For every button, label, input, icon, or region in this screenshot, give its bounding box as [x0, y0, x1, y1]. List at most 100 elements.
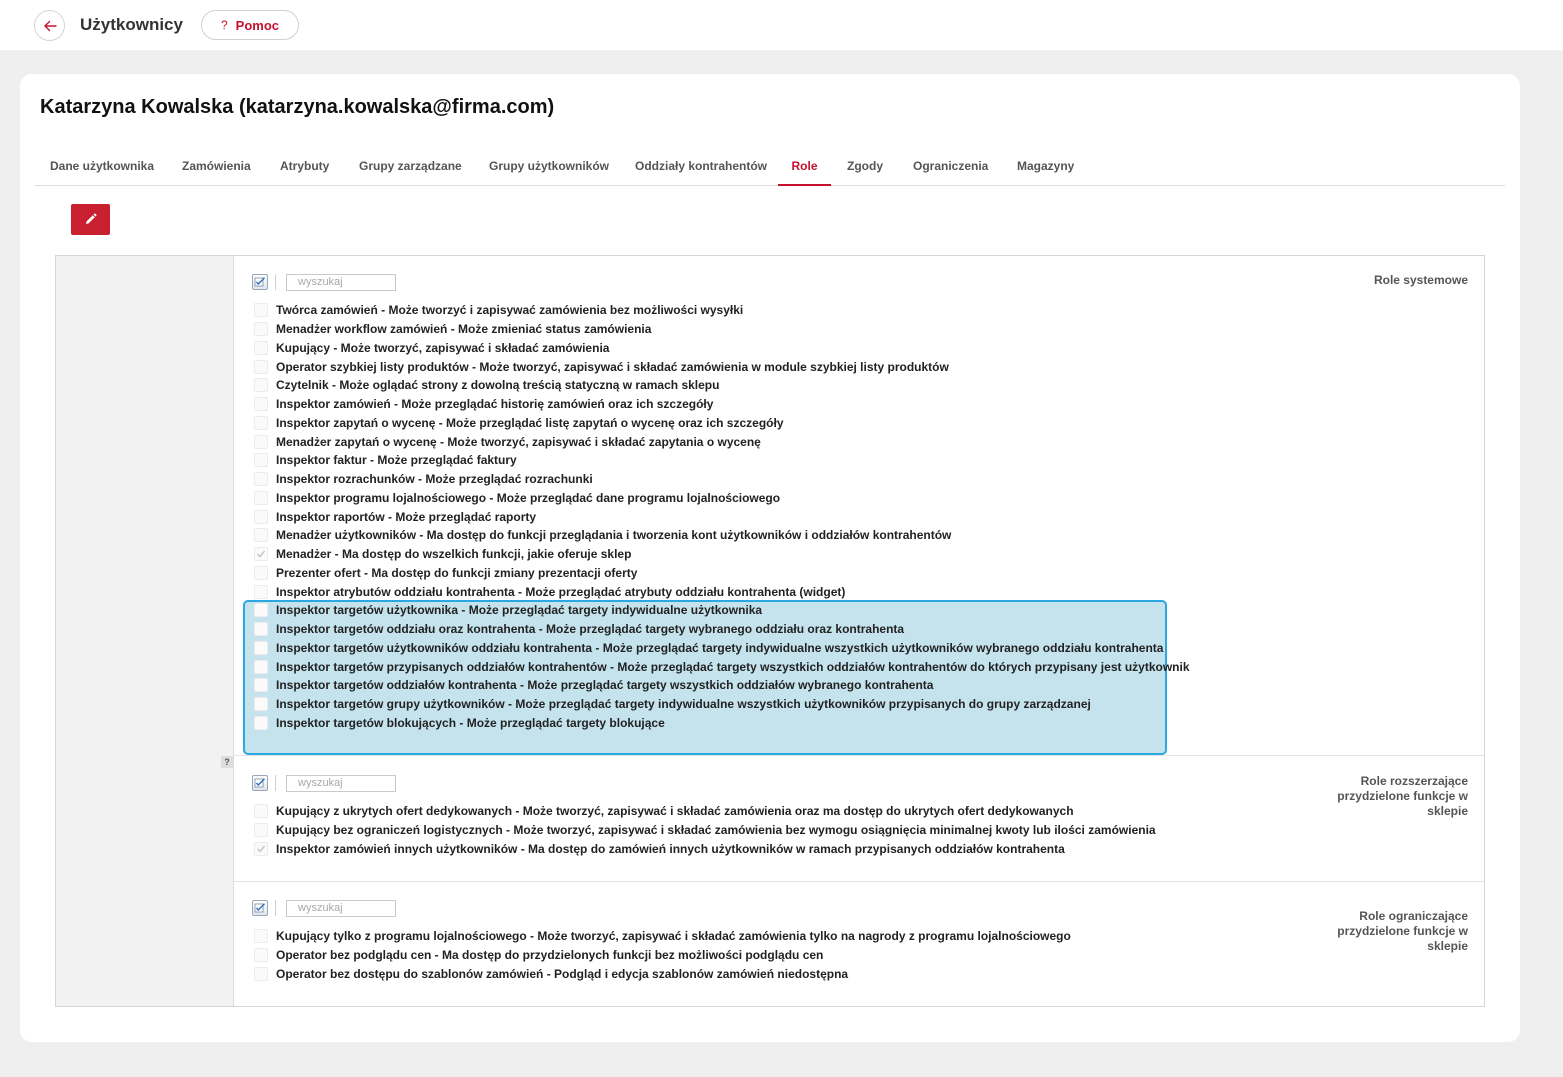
select-all-icon[interactable] — [252, 900, 268, 916]
role-checkbox-checked[interactable] — [254, 547, 268, 562]
role-checkbox[interactable] — [254, 929, 268, 944]
role-row[interactable]: Inspektor zamówień innych użytkowników -… — [254, 840, 1156, 859]
role-label: Kupujący - Może tworzyć, zapisywać i skł… — [276, 340, 610, 355]
role-checkbox[interactable] — [254, 303, 268, 318]
role-checkbox[interactable] — [254, 715, 268, 730]
role-row[interactable]: Inspektor targetów grupy użytkowników - … — [254, 695, 1190, 714]
role-row[interactable]: Menadżer workflow zamówień - Może zmieni… — [254, 320, 1190, 339]
roles-panel: Role systemowe ? Role rozszerzające przy… — [55, 255, 1485, 1007]
back-button[interactable] — [34, 10, 65, 41]
role-checkbox[interactable] — [254, 659, 268, 674]
help-marker[interactable]: ? — [221, 756, 233, 768]
role-label: Inspektor zamówień innych użytkowników -… — [276, 841, 1065, 856]
role-label: Operator bez dostępu do szablonów zamówi… — [276, 966, 849, 981]
tab-atrybuty[interactable]: Atrybuty — [277, 152, 332, 186]
role-row[interactable]: Inspektor targetów oddziałów kontrahenta… — [254, 676, 1190, 695]
role-label: Inspektor programu lojalnościowego - Moż… — [276, 490, 781, 505]
tab-role[interactable]: Role — [778, 152, 831, 186]
filter-row — [252, 773, 396, 793]
tab-grupy-uzytkownikow[interactable]: Grupy użytkowników — [486, 152, 612, 186]
select-all-icon[interactable] — [252, 274, 268, 290]
tab-zgody[interactable]: Zgody — [844, 152, 886, 186]
role-row[interactable]: Czytelnik - Może oglądać strony z dowoln… — [254, 376, 1190, 395]
role-row[interactable]: Menadżer zapytań o wycenę - Może tworzyć… — [254, 432, 1190, 451]
role-row[interactable]: Inspektor zamówień - Może przeglądać his… — [254, 395, 1190, 414]
role-checkbox[interactable] — [254, 453, 268, 468]
role-label: Menadżer zapytań o wycenę - Może tworzyć… — [276, 434, 761, 449]
search-input-extending-roles[interactable] — [286, 774, 396, 792]
role-checkbox[interactable] — [254, 948, 268, 963]
role-row[interactable]: Kupujący z ukrytych ofert dedykowanych -… — [254, 802, 1156, 821]
tab-dane-uzytkownika[interactable]: Dane użytkownika — [47, 152, 157, 186]
role-checkbox[interactable] — [254, 509, 268, 524]
role-checkbox[interactable] — [254, 584, 268, 599]
tab-ograniczenia[interactable]: Ograniczenia — [910, 152, 991, 186]
role-row[interactable]: Inspektor rozrachunków - Może przeglądać… — [254, 470, 1190, 489]
tab-oddzialy-kontrahentow[interactable]: Oddziały kontrahentów — [632, 152, 770, 186]
role-checkbox[interactable] — [254, 804, 268, 819]
role-checkbox[interactable] — [254, 966, 268, 981]
checklist-icon — [254, 903, 265, 913]
role-checkbox[interactable] — [254, 397, 268, 412]
role-checkbox[interactable] — [254, 697, 268, 712]
search-input-system-roles[interactable] — [286, 273, 396, 291]
role-row[interactable]: Operator bez dostępu do szablonów zamówi… — [254, 965, 1071, 984]
role-checkbox[interactable] — [254, 490, 268, 505]
role-row[interactable]: Menadżer - Ma dostęp do wszelkich funkcj… — [254, 545, 1190, 564]
role-label: Inspektor targetów blokujących - Może pr… — [276, 715, 665, 730]
help-button[interactable]: ? Pomoc — [201, 10, 299, 40]
role-checkbox[interactable] — [254, 528, 268, 543]
role-checkbox[interactable] — [254, 565, 268, 580]
role-label: Inspektor rozrachunków - Może przeglądać… — [276, 472, 593, 487]
role-checkbox[interactable] — [254, 322, 268, 337]
role-row[interactable]: Inspektor raportów - Może przeglądać rap… — [254, 507, 1190, 526]
checklist-icon — [254, 277, 265, 287]
roles-label-column — [56, 256, 234, 1006]
role-row[interactable]: Operator bez podglądu cen - Ma dostęp do… — [254, 946, 1071, 965]
role-checkbox[interactable] — [254, 340, 268, 355]
tab-grupy-zarzadzane[interactable]: Grupy zarządzane — [356, 152, 465, 186]
role-row[interactable]: Inspektor atrybutów oddziału kontrahenta… — [254, 582, 1190, 601]
role-checkbox[interactable] — [254, 622, 268, 637]
role-row[interactable]: Inspektor targetów oddziału oraz kontrah… — [254, 620, 1190, 639]
search-input-restricting-roles[interactable] — [286, 899, 396, 917]
role-label: Inspektor targetów grupy użytkowników - … — [276, 697, 1091, 712]
role-checkbox[interactable] — [254, 434, 268, 449]
role-checkbox[interactable] — [254, 359, 268, 374]
role-label: Menadżer użytkowników - Ma dostęp do fun… — [276, 528, 952, 543]
tab-magazyny[interactable]: Magazyny — [1014, 152, 1077, 186]
role-checkbox[interactable] — [254, 415, 268, 430]
edit-button[interactable] — [71, 204, 110, 235]
role-row[interactable]: Inspektor faktur - Może przeglądać faktu… — [254, 451, 1190, 470]
role-checkbox[interactable] — [254, 678, 268, 693]
role-label: Inspektor targetów użytkownika - Może pr… — [276, 603, 763, 618]
role-checkbox[interactable] — [254, 603, 268, 618]
role-row[interactable]: Kupujący bez ograniczeń logistycznych - … — [254, 821, 1156, 840]
check-icon — [257, 550, 266, 558]
role-checkbox[interactable] — [254, 378, 268, 393]
section-label-restricting-roles: Role ograniczające przydzielone funkcje … — [1337, 909, 1468, 953]
tab-zamowienia[interactable]: Zamówienia — [179, 152, 254, 186]
role-row[interactable]: Inspektor targetów użytkownika - Może pr… — [254, 601, 1190, 620]
top-bar: Użytkownicy ? Pomoc — [0, 0, 1563, 50]
role-row[interactable]: Inspektor zapytań o wycenę - Może przegl… — [254, 414, 1190, 433]
role-checkbox[interactable] — [254, 640, 268, 655]
role-list-restricting: Kupujący tylko z programu lojalnościoweg… — [254, 927, 1071, 983]
role-row[interactable]: Inspektor programu lojalnościowego - Moż… — [254, 489, 1190, 508]
role-row[interactable]: Kupujący tylko z programu lojalnościoweg… — [254, 927, 1071, 946]
select-all-icon[interactable] — [252, 775, 268, 791]
role-row[interactable]: Menadżer użytkowników - Ma dostęp do fun… — [254, 526, 1190, 545]
role-row[interactable]: Kupujący - Może tworzyć, zapisywać i skł… — [254, 339, 1190, 358]
role-checkbox[interactable] — [254, 823, 268, 838]
tab-bar: Dane użytkownika Zamówienia Atrybuty Gru… — [35, 152, 1505, 186]
role-row[interactable]: Twórca zamówień - Może tworzyć i zapisyw… — [254, 301, 1190, 320]
pencil-icon — [86, 213, 97, 224]
role-label: Kupujący tylko z programu lojalnościoweg… — [276, 929, 1071, 944]
role-row[interactable]: Operator szybkiej listy produktów - Może… — [254, 357, 1190, 376]
role-checkbox-checked[interactable] — [254, 841, 268, 856]
role-row[interactable]: Inspektor targetów użytkowników oddziału… — [254, 639, 1190, 658]
role-row[interactable]: Inspektor targetów przypisanych oddziałó… — [254, 657, 1190, 676]
role-checkbox[interactable] — [254, 472, 268, 487]
role-row[interactable]: Inspektor targetów blokujących - Może pr… — [254, 714, 1190, 733]
role-row[interactable]: Prezenter ofert - Ma dostęp do funkcji z… — [254, 564, 1190, 583]
